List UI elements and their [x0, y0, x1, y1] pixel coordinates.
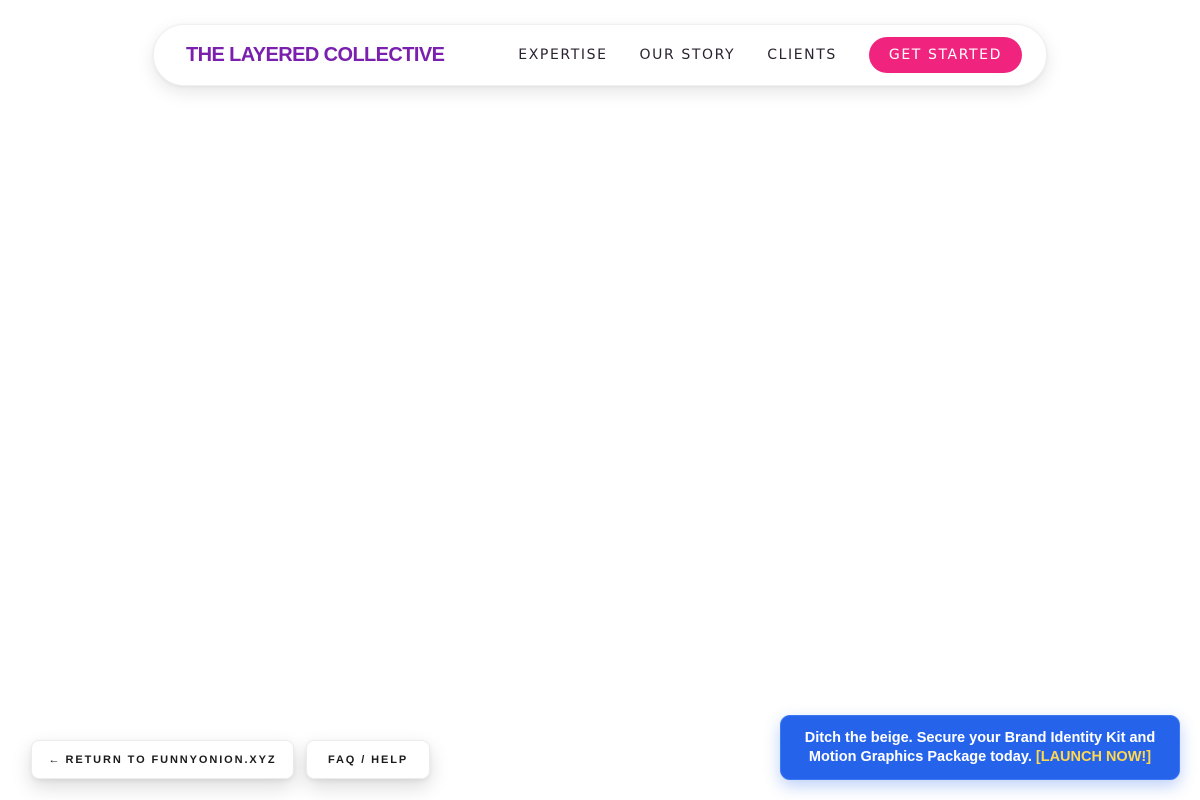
- faq-help-button[interactable]: FAQ / HELP: [306, 740, 430, 779]
- promo-banner: Ditch the beige. Secure your Brand Ident…: [780, 715, 1180, 780]
- nav-link-expertise[interactable]: EXPERTISE: [518, 47, 607, 63]
- brand-logo[interactable]: THE LAYERED COLLECTIVE: [186, 44, 445, 67]
- return-to-site-label: RETURN TO FUNNYONION.XYZ: [65, 753, 277, 766]
- get-started-button[interactable]: GET STARTED: [868, 37, 1022, 73]
- top-navbar: THE LAYERED COLLECTIVE EXPERTISE OUR STO…: [153, 24, 1047, 86]
- promo-text: Ditch the beige. Secure your Brand Ident…: [801, 729, 1159, 767]
- return-to-site-button[interactable]: ← RETURN TO FUNNYONION.XYZ: [31, 740, 294, 779]
- launch-now-link[interactable]: [LAUNCH NOW!]: [1036, 749, 1151, 765]
- main-nav: EXPERTISE OUR STORY CLIENTS GET STARTED: [518, 37, 1022, 73]
- nav-link-our-story[interactable]: OUR STORY: [640, 47, 736, 63]
- nav-link-clients[interactable]: CLIENTS: [767, 47, 837, 63]
- arrow-left-icon: ←: [48, 753, 60, 766]
- page: THE LAYERED COLLECTIVE EXPERTISE OUR STO…: [0, 0, 1200, 800]
